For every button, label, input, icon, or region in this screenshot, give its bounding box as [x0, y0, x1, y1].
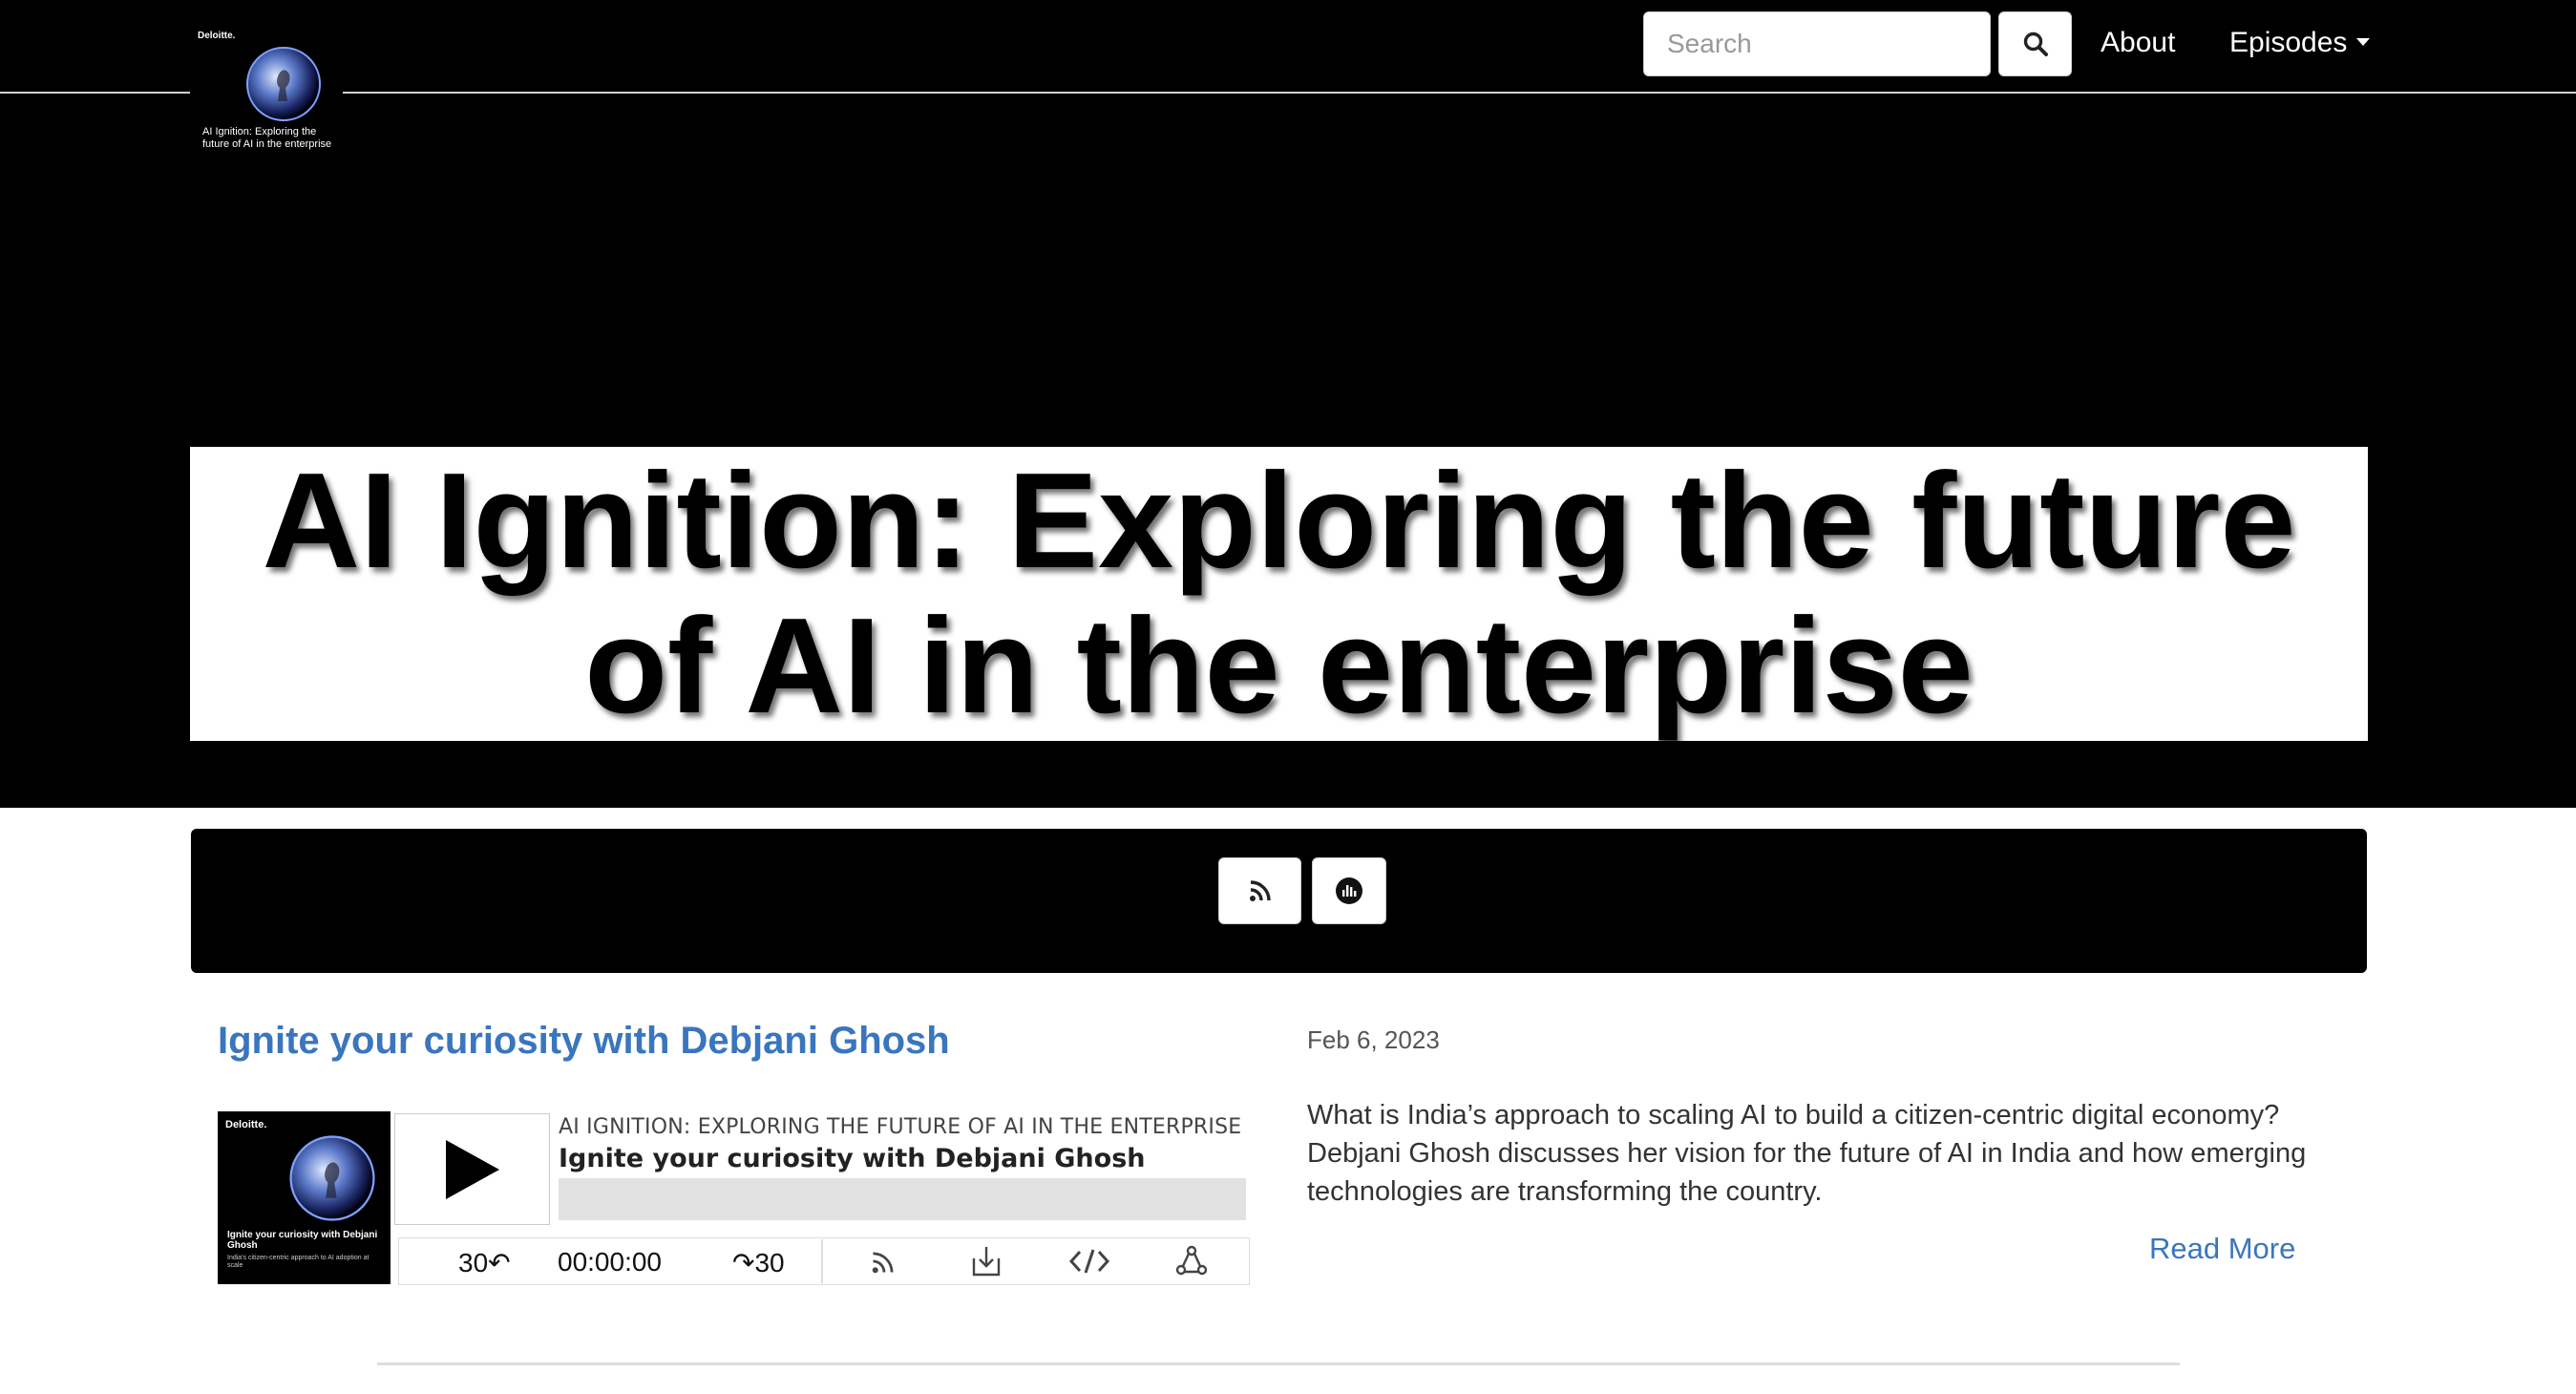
- rewind-30-button[interactable]: 30↶: [458, 1247, 511, 1278]
- artwork-brand: Deloitte.: [225, 1119, 267, 1130]
- episode-divider: [377, 1362, 2180, 1365]
- controls-divider: [821, 1239, 823, 1283]
- player-time: 00:00:00: [558, 1247, 662, 1277]
- share-icon: [1175, 1245, 1208, 1276]
- search-button[interactable]: [1998, 11, 2072, 76]
- rss-icon: [1249, 880, 1271, 901]
- podcast-app-subscribe-button[interactable]: [1312, 857, 1386, 924]
- code-icon: [1068, 1249, 1110, 1274]
- rss-subscribe-button[interactable]: [1218, 857, 1301, 924]
- nav-episodes-dropdown[interactable]: Episodes: [2229, 27, 2371, 59]
- player-controls: [398, 1237, 1250, 1285]
- logo-brand: Deloitte.: [198, 31, 236, 41]
- podcast-logo[interactable]: Deloitte. AI Ignition: Exploring the fut…: [190, 25, 343, 176]
- player-show-name: AI IGNITION: EXPLORING THE FUTURE OF AI …: [559, 1115, 1242, 1139]
- play-button[interactable]: [394, 1113, 550, 1225]
- nav-about-link[interactable]: About: [2101, 27, 2175, 59]
- download-icon: [972, 1247, 1001, 1277]
- globe-icon: [246, 47, 321, 121]
- read-more-link[interactable]: Read More: [2149, 1232, 2295, 1266]
- forward-30-button[interactable]: ↷30: [732, 1247, 785, 1278]
- embed-button[interactable]: [1066, 1239, 1112, 1283]
- share-button[interactable]: [1169, 1239, 1214, 1283]
- player-progress-bar[interactable]: [559, 1178, 1246, 1220]
- nav-episodes-label: Episodes: [2229, 27, 2348, 58]
- hero-title-box: AI Ignition: Exploring the future of AI …: [190, 447, 2368, 741]
- search-input[interactable]: [1643, 11, 1991, 76]
- artwork-subcaption: India's citizen-centric approach to AI a…: [227, 1255, 370, 1269]
- globe-icon: [289, 1135, 375, 1221]
- episode-title-link[interactable]: Ignite your curiosity with Debjani Ghosh: [218, 1020, 950, 1063]
- caret-down-icon: [2356, 38, 2371, 47]
- download-button[interactable]: [963, 1239, 1009, 1283]
- nav-divider: [0, 92, 2576, 94]
- logo-caption: AI Ignition: Exploring the future of AI …: [202, 126, 332, 150]
- artwork-caption: Ignite your curiosity with Debjani Ghosh: [227, 1230, 378, 1251]
- play-icon: [445, 1139, 499, 1199]
- search-icon: [2023, 32, 2048, 56]
- player-subscribe-button[interactable]: [861, 1239, 907, 1283]
- player-episode-title: Ignite your curiosity with Debjani Ghosh: [559, 1144, 1146, 1173]
- episode-artwork: Deloitte. Ignite your curiosity with Deb…: [218, 1111, 391, 1284]
- episode-date: Feb 6, 2023: [1307, 1025, 1440, 1054]
- page-title: AI Ignition: Exploring the future of AI …: [262, 445, 2296, 742]
- episode-description: What is India’s approach to scaling AI t…: [1307, 1100, 2307, 1207]
- podcast-app-icon: [1336, 877, 1362, 904]
- rss-icon: [872, 1252, 894, 1274]
